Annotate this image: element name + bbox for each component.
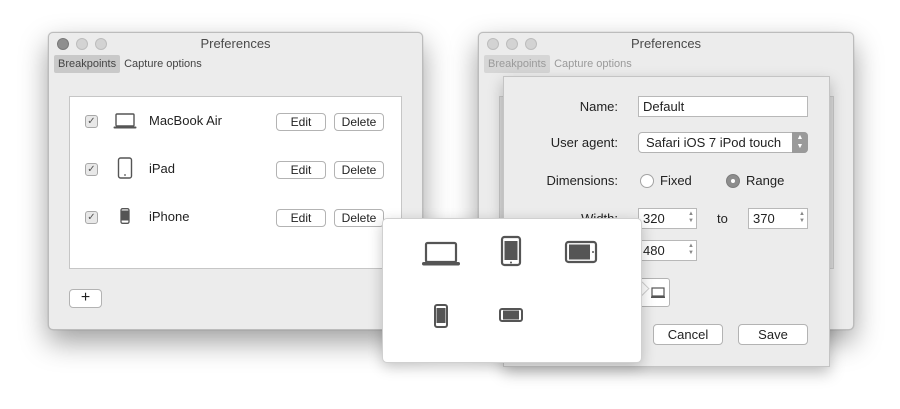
list-item-iphone: ✓ iPhone Edit Delete xyxy=(70,202,401,232)
device-enabled-checkbox[interactable]: ✓ xyxy=(85,115,98,128)
user-agent-label: User agent: xyxy=(550,135,618,150)
minimize-window-button[interactable] xyxy=(506,38,518,50)
range-radio-label: Range xyxy=(746,173,785,188)
edit-button[interactable]: Edit xyxy=(276,209,326,227)
stepper-arrows-icon[interactable]: ▲ ▼ xyxy=(687,243,695,257)
save-button[interactable]: Save xyxy=(738,324,808,345)
zoom-window-button[interactable] xyxy=(525,38,537,50)
range-radio[interactable] xyxy=(726,174,740,188)
height-stepper[interactable]: 480 ▲ ▼ xyxy=(638,240,697,261)
phone-portrait-icon[interactable] xyxy=(421,297,461,337)
width-to-stepper[interactable]: 370 ▲ ▼ xyxy=(748,208,808,229)
device-enabled-checkbox[interactable]: ✓ xyxy=(85,211,98,224)
window-titlebar[interactable]: Preferences xyxy=(479,33,853,55)
name-label: Name: xyxy=(579,99,618,114)
device-name: MacBook Air xyxy=(149,113,222,128)
cancel-button[interactable]: Cancel xyxy=(653,324,723,345)
device-name: iPhone xyxy=(149,209,190,224)
add-breakpoint-button[interactable]: + xyxy=(69,289,102,308)
select-arrows-icon: ▲ ▼ xyxy=(792,132,808,153)
laptop-icon xyxy=(113,113,137,129)
tablet-portrait-icon[interactable] xyxy=(491,233,531,273)
edit-button[interactable]: Edit xyxy=(276,161,326,179)
tab-bar: Breakpoints Capture options xyxy=(54,55,206,73)
window-title: Preferences xyxy=(630,36,702,51)
close-window-button[interactable] xyxy=(487,38,499,50)
delete-button[interactable]: Delete xyxy=(334,161,384,179)
preferences-window-breakpoints: Preferences Breakpoints Capture options … xyxy=(48,32,423,330)
device-enabled-checkbox[interactable]: ✓ xyxy=(85,163,98,176)
list-item-macbook-air: ✓ MacBook Air Edit Delete xyxy=(70,106,401,136)
name-field[interactable]: Default xyxy=(638,96,808,117)
edit-button[interactable]: Edit xyxy=(276,113,326,131)
user-agent-select[interactable]: Safari iOS 7 iPod touch ▲ ▼ xyxy=(638,132,808,153)
window-titlebar[interactable]: Preferences xyxy=(49,33,422,55)
fixed-radio[interactable] xyxy=(640,174,654,188)
tab-breakpoints[interactable]: Breakpoints xyxy=(54,55,121,73)
laptop-icon xyxy=(651,287,665,298)
close-window-button[interactable] xyxy=(57,38,69,50)
minimize-window-button[interactable] xyxy=(76,38,88,50)
tablet-icon xyxy=(117,157,133,179)
delete-button[interactable]: Delete xyxy=(334,209,384,227)
delete-button[interactable]: Delete xyxy=(334,113,384,131)
phone-icon xyxy=(120,208,130,224)
stepper-arrows-icon[interactable]: ▲ ▼ xyxy=(687,211,695,225)
tab-bar: Breakpoints Capture options xyxy=(484,55,636,73)
tab-breakpoints[interactable]: Breakpoints xyxy=(484,55,551,73)
zoom-window-button[interactable] xyxy=(95,38,107,50)
window-title: Preferences xyxy=(200,36,271,51)
traffic-lights xyxy=(487,38,537,50)
traffic-lights xyxy=(57,38,107,50)
user-agent-value: Safari iOS 7 iPod touch xyxy=(646,135,782,150)
width-to-value: 370 xyxy=(753,211,775,226)
device-icon-popover xyxy=(382,218,642,363)
breakpoints-list: ✓ MacBook Air Edit Delete ✓ iPad Edit De… xyxy=(69,96,402,269)
device-name: iPad xyxy=(149,161,176,176)
fixed-radio-label: Fixed xyxy=(660,173,692,188)
width-from-stepper[interactable]: 320 ▲ ▼ xyxy=(638,208,697,229)
phone-landscape-icon[interactable] xyxy=(491,296,531,336)
laptop-icon[interactable] xyxy=(421,235,461,275)
width-from-value: 320 xyxy=(643,211,665,226)
tab-capture-options[interactable]: Capture options xyxy=(550,55,636,73)
dimensions-label: Dimensions: xyxy=(546,173,618,188)
to-label: to xyxy=(717,211,728,226)
height-value: 480 xyxy=(643,243,665,258)
list-item-ipad: ✓ iPad Edit Delete xyxy=(70,154,401,184)
stepper-arrows-icon[interactable]: ▲ ▼ xyxy=(798,211,806,225)
tab-capture-options[interactable]: Capture options xyxy=(120,55,206,73)
tablet-landscape-icon[interactable] xyxy=(561,233,601,273)
